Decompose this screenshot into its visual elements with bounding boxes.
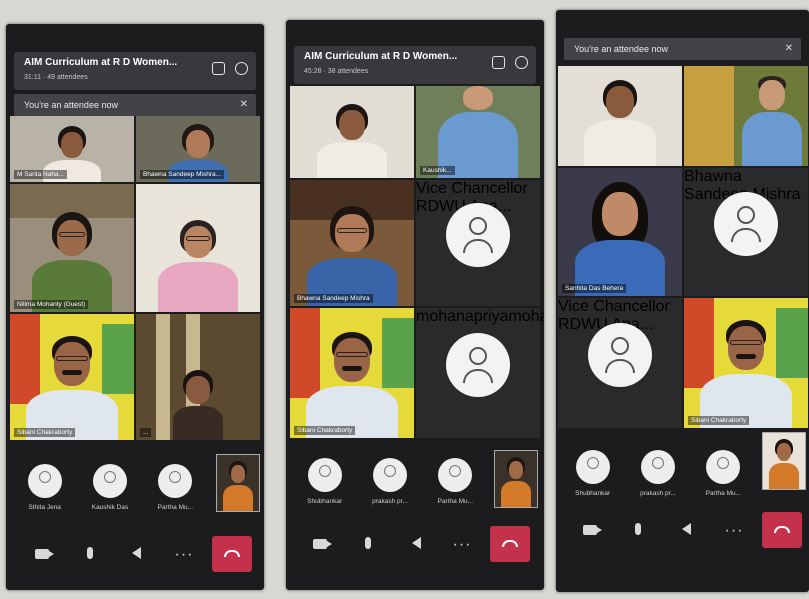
avatar (307, 458, 342, 492)
video-tile[interactable]: mohanapriyamohapatra... (416, 308, 544, 438)
self-preview[interactable] (762, 432, 806, 490)
participant-roster: Shubhankar prakash pr... Partha Mu... (560, 450, 756, 497)
roster-item[interactable]: Shubhankar (565, 450, 621, 497)
avatar (372, 458, 407, 492)
mic-icon[interactable] (356, 536, 380, 552)
avatar (714, 192, 778, 256)
participant-name: Sanhita Das Behera (562, 284, 627, 293)
roster-item[interactable]: prakash pr... (630, 450, 686, 497)
video-tile[interactable]: Bhawna Sandeep Mishra (684, 168, 808, 296)
video-tile[interactable] (136, 184, 260, 312)
avatar (446, 333, 510, 397)
participant-name: Sibani Chakraborty (294, 426, 356, 435)
close-icon[interactable]: ✕ (240, 94, 248, 116)
teams-call-screen-1: AIM Curriculum at R D Women... 31:11 · 4… (6, 24, 264, 590)
participant-name: Nilima Mohanty (Guest) (14, 300, 89, 309)
chat-icon[interactable] (212, 62, 225, 75)
video-tile[interactable]: Kaushik... (416, 86, 540, 178)
participant-name: Sibani Chakraborty (688, 416, 750, 425)
video-tile[interactable]: Bhawna Sandeep Mishra... (136, 116, 260, 182)
participant-name: M Sarita Naha... (14, 170, 67, 179)
call-controls: ··· (556, 506, 809, 554)
speaker-icon[interactable] (404, 536, 428, 552)
meeting-title: AIM Curriculum at R D Women... (304, 51, 458, 62)
avatar (158, 464, 193, 498)
camera-icon[interactable] (308, 536, 332, 552)
avatar (438, 458, 473, 492)
roster-item[interactable]: Partha Mu... (147, 464, 203, 511)
call-controls: ··· (6, 530, 264, 578)
video-tile[interactable]: Sibani Chakraborty (10, 314, 134, 440)
camera-icon[interactable] (30, 546, 54, 562)
video-tile[interactable]: Sibani Chakraborty (290, 308, 414, 438)
chat-icon[interactable] (492, 56, 505, 69)
call-controls: ··· (286, 520, 544, 568)
speaker-icon[interactable] (124, 546, 148, 562)
meeting-header[interactable]: AIM Curriculum at R D Women... 45:28 · 3… (294, 46, 536, 84)
avatar (92, 464, 127, 498)
teams-call-screen-2: AIM Curriculum at R D Women... 45:28 · 3… (286, 20, 544, 590)
roster-item[interactable]: Shubhankar (297, 458, 353, 505)
attendee-notice-text: You're an attendee now (574, 44, 668, 54)
participant-name: Kaushik... (420, 166, 455, 175)
avatar (575, 450, 610, 484)
avatar (640, 450, 675, 484)
hangup-icon[interactable] (762, 512, 802, 548)
video-tile[interactable] (558, 66, 682, 166)
video-tile[interactable]: ... (136, 314, 260, 440)
participants-icon[interactable] (515, 56, 528, 69)
more-icon[interactable]: ··· (722, 523, 746, 539)
video-tile[interactable] (684, 66, 808, 166)
meeting-duration: 45:28 · 38 attendees (304, 68, 369, 75)
video-tile[interactable] (290, 86, 414, 178)
avatar (446, 203, 510, 267)
mic-icon[interactable] (626, 522, 650, 538)
participant-name: Sibani Chakraborty (14, 428, 76, 437)
participants-icon[interactable] (235, 62, 248, 75)
meeting-header[interactable]: AIM Curriculum at R D Women... 31:11 · 4… (14, 52, 256, 90)
mic-icon[interactable] (78, 546, 102, 562)
participant-roster: Shubhankar prakash pr... Partha Mu... (292, 458, 488, 505)
self-preview[interactable] (494, 450, 538, 508)
attendee-notice: You're an attendee now ✕ (564, 38, 801, 60)
meeting-title: AIM Curriculum at R D Women... (24, 57, 178, 68)
speaker-icon[interactable] (674, 522, 698, 538)
video-tile[interactable]: Sibani Chakraborty (684, 298, 808, 428)
teams-call-screen-3: You're an attendee now ✕ Sanhita Das Beh… (556, 10, 809, 592)
meeting-duration: 31:11 · 49 attendees (24, 74, 88, 81)
avatar (27, 464, 62, 498)
participant-roster: Sthita Jena Kaushik Das Partha Mu... (12, 464, 208, 511)
roster-item[interactable]: Partha Mu... (695, 450, 751, 497)
avatar (706, 450, 741, 484)
close-icon[interactable]: ✕ (785, 38, 793, 60)
video-tile[interactable]: M Sarita Naha... (10, 116, 134, 182)
participant-name: mohanapriyamohapatra... (416, 308, 544, 325)
video-tile[interactable]: Vice Chancellor RDWU Apa... (558, 298, 682, 428)
more-icon[interactable]: ··· (450, 537, 474, 553)
roster-item[interactable]: Partha Mu... (427, 458, 483, 505)
roster-item[interactable]: prakash pr... (362, 458, 418, 505)
attendee-notice-text: You're an attendee now (24, 100, 118, 110)
video-tile[interactable]: Sanhita Das Behera (558, 168, 682, 296)
hangup-icon[interactable] (490, 526, 530, 562)
self-preview[interactable] (216, 454, 260, 512)
roster-item[interactable]: Sthita Jena (17, 464, 73, 511)
attendee-notice: You're an attendee now ✕ (14, 94, 256, 116)
video-tile[interactable]: Vice Chancellor RDWU Apa... (416, 180, 540, 306)
participant-name: Bhawna Sandeep Mishra... (140, 170, 225, 179)
video-tile[interactable]: Nilima Mohanty (Guest) (10, 184, 134, 312)
video-tile[interactable]: Bhawna Sandeep Mishra (290, 180, 414, 306)
hangup-icon[interactable] (212, 536, 252, 572)
roster-item[interactable]: Kaushik Das (82, 464, 138, 511)
more-icon[interactable]: ··· (172, 547, 196, 563)
camera-icon[interactable] (578, 522, 602, 538)
avatar (588, 323, 652, 387)
participant-name: Bhawna Sandeep Mishra (294, 294, 373, 303)
participant-name: ... (140, 428, 152, 437)
